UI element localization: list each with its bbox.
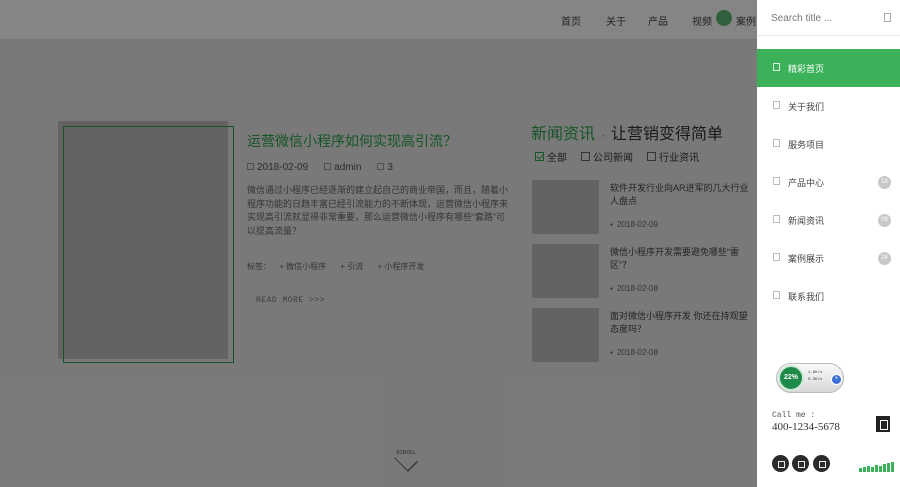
search-icon[interactable] — [884, 13, 891, 22]
count-badge: 09 — [878, 214, 891, 227]
services-icon — [773, 139, 780, 147]
search-input[interactable] — [771, 10, 879, 26]
sidebar-item-services[interactable]: 服务项目 — [757, 125, 900, 163]
signal-bars-icon — [859, 462, 894, 472]
home-icon — [773, 63, 780, 71]
info-icon — [773, 101, 780, 109]
social-icon-qq[interactable] — [792, 455, 809, 472]
count-badge: 24 — [878, 252, 891, 265]
modal-overlay[interactable] — [0, 0, 757, 487]
sidebar-item-home[interactable]: 精彩首页 — [757, 49, 900, 87]
products-icon — [773, 177, 780, 185]
cases-icon — [773, 253, 780, 261]
sidebar-item-products[interactable]: 产品中心 18 — [757, 163, 900, 201]
traffic-stat-widget[interactable]: 22% 1.8K/s 0.3K/s + — [776, 363, 844, 393]
social-icon-weibo[interactable] — [772, 455, 789, 472]
sidebar-item-contact[interactable]: 联系我们 — [757, 277, 900, 315]
sidebar-item-news[interactable]: 新闻资讯 09 — [757, 201, 900, 239]
social-icon-wechat[interactable] — [813, 455, 830, 472]
stat-lines: 1.8K/s 0.3K/s — [808, 371, 823, 382]
count-badge: 18 — [878, 176, 891, 189]
phone-number: 400-1234-5678 — [772, 421, 840, 433]
call-label: Call me : — [772, 411, 816, 420]
news-icon — [773, 215, 780, 223]
contact-icon — [773, 291, 780, 299]
qr-code-icon[interactable] — [876, 416, 890, 432]
plus-icon[interactable]: + — [831, 374, 842, 385]
search-bar — [757, 0, 900, 36]
sidebar-item-cases[interactable]: 案例展示 24 — [757, 239, 900, 277]
sidebar-item-about[interactable]: 关于我们 — [757, 87, 900, 125]
percent-gauge: 22% — [778, 365, 804, 391]
